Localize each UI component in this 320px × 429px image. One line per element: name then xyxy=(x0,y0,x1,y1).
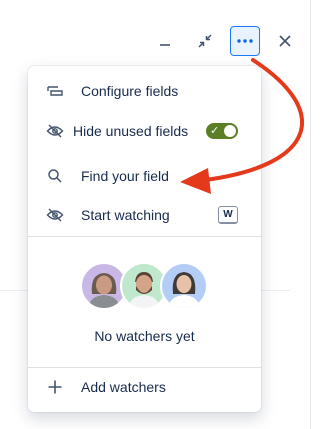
menu-item-start-watching[interactable]: Start watching W xyxy=(28,195,261,235)
avatar xyxy=(160,262,208,310)
eye-off-icon xyxy=(46,122,64,140)
shrink-button[interactable] xyxy=(190,26,220,56)
more-horizontal-icon xyxy=(237,39,253,43)
issue-toolbar xyxy=(0,26,319,56)
configure-icon xyxy=(46,82,64,100)
menu-item-label: Start watching xyxy=(81,207,170,223)
check-icon: ✓ xyxy=(210,125,220,137)
keyboard-shortcut: W xyxy=(218,206,238,224)
more-actions-button[interactable] xyxy=(230,26,260,56)
menu-item-label: Hide unused fields xyxy=(73,123,189,139)
toggle-knob xyxy=(224,125,236,137)
add-watchers-button[interactable]: Add watchers xyxy=(28,367,261,407)
hide-unused-fields-toggle[interactable]: ✓ xyxy=(206,123,238,139)
minimize-icon xyxy=(160,44,170,46)
close-button[interactable] xyxy=(270,26,300,56)
screen: Configure fields Hide unused fields ✓ Fi… xyxy=(0,0,319,429)
menu-item-hide-unused-fields[interactable]: Hide unused fields ✓ xyxy=(28,111,261,151)
shrink-icon xyxy=(198,34,212,48)
close-icon xyxy=(279,35,291,47)
search-icon xyxy=(46,167,64,185)
plus-icon xyxy=(46,378,64,396)
menu-divider xyxy=(28,236,261,237)
page-edge xyxy=(310,0,311,429)
menu-item-find-your-field[interactable]: Find your field xyxy=(28,156,261,196)
more-actions-menu: Configure fields Hide unused fields ✓ Fi… xyxy=(28,66,261,412)
minimize-button[interactable] xyxy=(150,26,180,56)
menu-item-configure-fields[interactable]: Configure fields xyxy=(28,71,261,111)
menu-item-label: Find your field xyxy=(81,168,169,184)
eye-off-icon xyxy=(46,206,64,224)
menu-item-label: Configure fields xyxy=(81,83,179,99)
no-watchers-text: No watchers yet xyxy=(94,328,195,344)
watcher-avatars xyxy=(80,262,210,312)
add-watchers-label: Add watchers xyxy=(81,379,166,395)
